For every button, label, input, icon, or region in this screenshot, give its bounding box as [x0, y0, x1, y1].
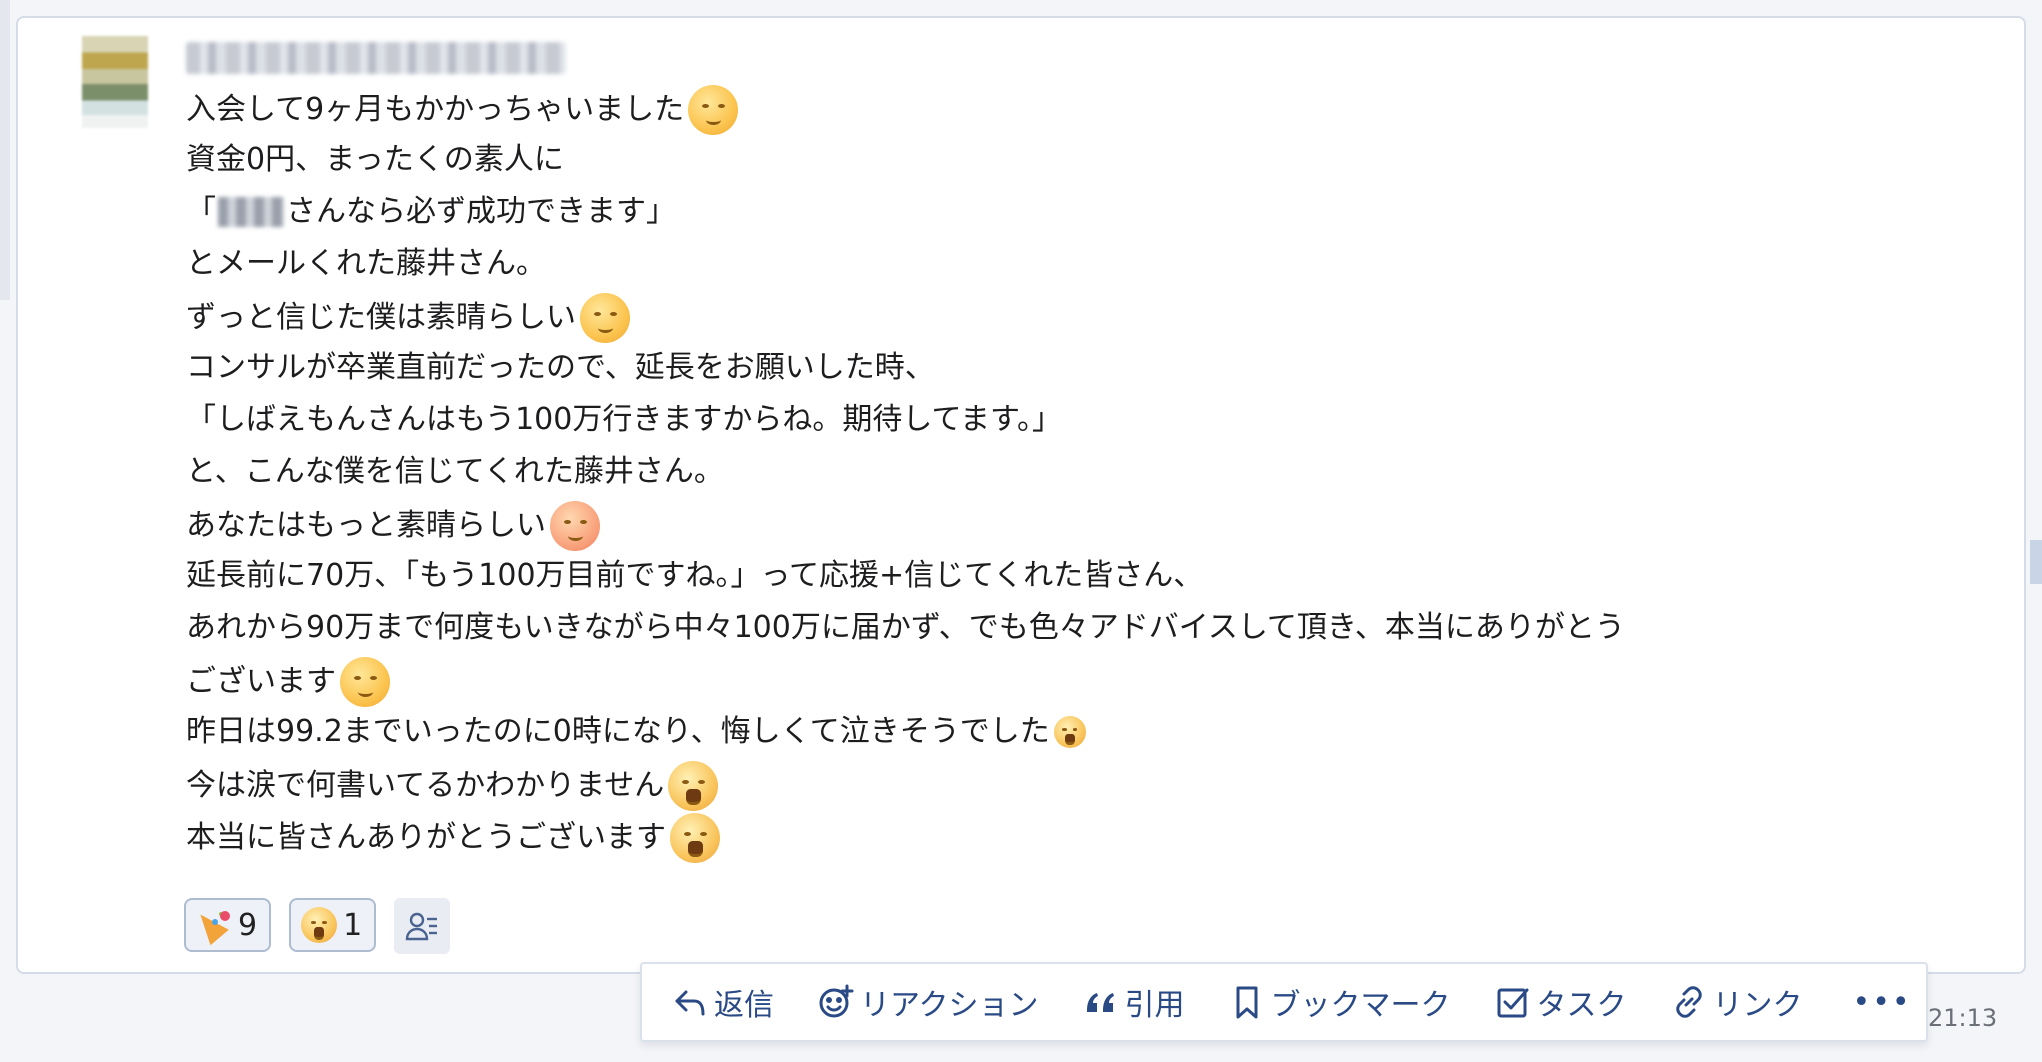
laughing-tears-icon — [1053, 716, 1086, 748]
relieved-face-icon — [688, 85, 739, 135]
blurred-name — [218, 197, 284, 227]
reply-button[interactable]: 返信 — [672, 980, 774, 1024]
reaction-count: 1 — [343, 907, 363, 943]
message-line: 資金0円、まったくの素人に — [186, 142, 564, 177]
add-reaction-icon — [819, 984, 854, 1018]
scroll-track — [0, 0, 10, 300]
task-checkbox-icon — [1497, 988, 1528, 1018]
reaction-crying[interactable]: 1 — [289, 898, 377, 952]
scroll-handle[interactable] — [2030, 540, 2042, 584]
message-line: 入会して9ヶ月もかかっちゃいました — [186, 85, 1826, 135]
crying-face-icon — [668, 761, 719, 811]
message-line: と、こんな僕を信じてくれた藤井さん。 — [186, 454, 724, 489]
user-list-icon — [405, 912, 438, 941]
message-line: 「 さんなら必ず成功できます」 — [186, 194, 676, 229]
message-body: 入会して9ヶ月もかかっちゃいました 資金0円、まったくの素人に 「 さんなら必ず… — [186, 85, 1826, 868]
message-line: ずっと信じた僕は素晴らしい — [186, 293, 1826, 343]
party-popper-icon — [196, 907, 232, 943]
message-line: 昨日は99.2までいったのに0時になり、悔しくて泣きそうでした — [186, 712, 1826, 752]
message-line: 今は涙で何書いてるかわかりません — [186, 761, 1826, 811]
crying-face-icon — [670, 813, 720, 863]
link-button[interactable]: リンク — [1671, 980, 1803, 1024]
message-line: あなたはもっと素晴らしい — [186, 501, 1826, 551]
avatar[interactable] — [82, 36, 148, 128]
message-line: ございます — [186, 657, 1826, 707]
message-line: 本当に皆さんありがとうございます — [186, 813, 1826, 863]
link-icon — [1675, 986, 1702, 1018]
message-action-bar: 返信 リアクション 引用 ブックマーク タスク リンク ••• — [640, 962, 1928, 1042]
reply-arrow-icon — [675, 990, 705, 1016]
more-options-button[interactable]: ••• — [1853, 985, 1912, 1020]
sender-name-blurred[interactable] — [186, 42, 566, 74]
quote-icon — [1086, 993, 1114, 1012]
reacted-users-button[interactable] — [394, 898, 451, 954]
bookmark-button[interactable]: ブックマーク — [1229, 980, 1451, 1024]
message-line: 延長前に70万、「もう100万目前ですね。」って応援+信じてくれた皆さん、 — [186, 558, 1204, 593]
smiling-face-icon — [340, 657, 390, 707]
message-line: コンサルが卒業直前だったので、延長をお願いした時、 — [186, 350, 935, 385]
reaction-bar: 9 1 — [184, 898, 451, 954]
message-line: あれから90万まで何度もいきながら中々100万に届かず、でも色々アドバイスして頂… — [186, 610, 1625, 645]
bookmark-icon — [1236, 986, 1257, 1019]
quote-button[interactable]: 引用 — [1083, 980, 1185, 1024]
task-button[interactable]: タスク — [1495, 980, 1627, 1024]
message-line: とメールくれた藤井さん。 — [186, 246, 546, 281]
kissing-face-icon — [550, 501, 600, 551]
reaction-count: 9 — [238, 907, 258, 943]
timestamp: 21:13 — [1928, 1004, 1998, 1032]
reaction-button[interactable]: リアクション — [818, 980, 1039, 1024]
yum-face-icon — [580, 293, 630, 343]
reaction-party[interactable]: 9 — [184, 898, 272, 952]
message-line: 「しばえもんさんはもう100万行きますからね。期待してます。」 — [186, 402, 1062, 437]
crying-face-icon — [301, 907, 338, 943]
